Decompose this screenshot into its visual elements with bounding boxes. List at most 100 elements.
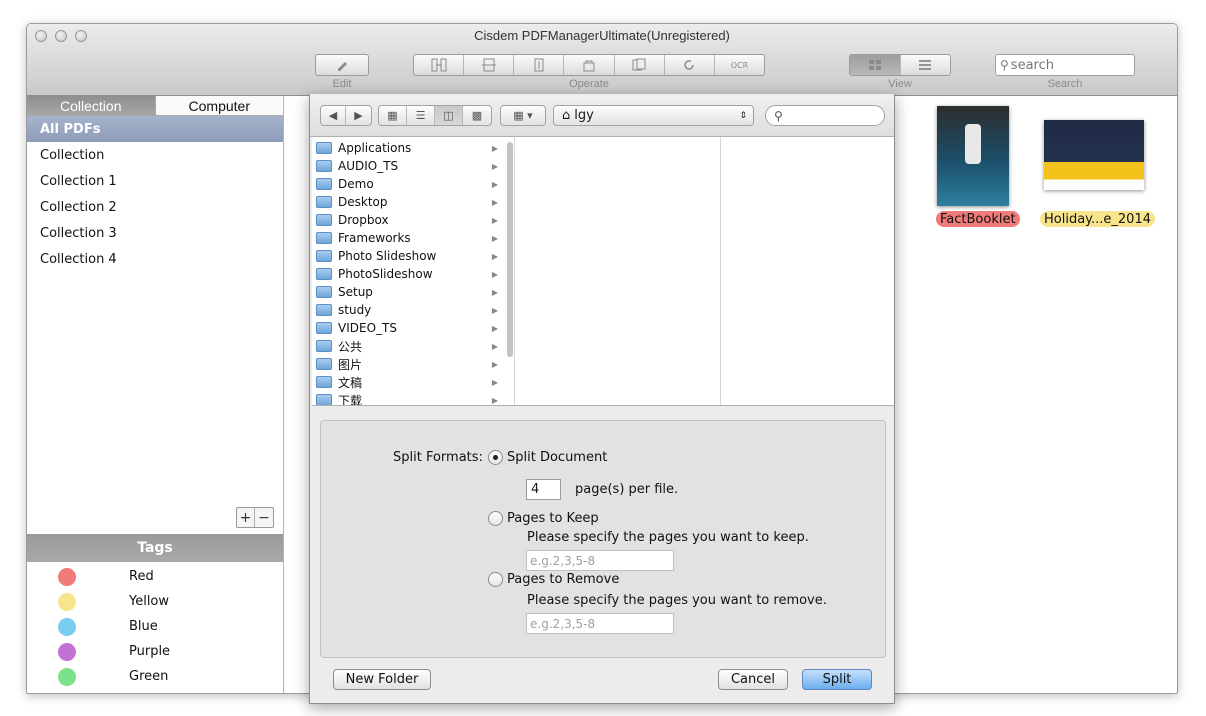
- tab-collection[interactable]: Collection: [27, 96, 155, 115]
- new-folder-button[interactable]: New Folder: [333, 669, 431, 690]
- location-value: lgy: [574, 108, 594, 123]
- tag-item-yellow[interactable]: Yellow: [27, 589, 283, 614]
- split-button[interactable]: [464, 55, 515, 75]
- file-item[interactable]: Frameworks ▶: [316, 229, 498, 247]
- convert-button[interactable]: [615, 55, 665, 75]
- split-document-label[interactable]: Split Document: [507, 450, 607, 465]
- pages-to-keep-radio[interactable]: [488, 511, 503, 526]
- file-item-label: Applications: [338, 141, 412, 155]
- document-name-badge[interactable]: Holiday...e_2014: [1040, 211, 1155, 227]
- view-mode-control: ▦ ☰ ◫ ▩: [378, 105, 492, 126]
- split-document-radio[interactable]: [488, 450, 503, 465]
- tag-item-blue[interactable]: Blue: [27, 614, 283, 639]
- lock-icon: [583, 60, 595, 72]
- split-formats-label: Split Formats:: [393, 450, 483, 465]
- file-item-label: VIDEO_TS: [338, 321, 397, 335]
- forward-button[interactable]: ▶: [346, 106, 371, 125]
- file-item-label: 文稿: [338, 375, 363, 390]
- lock-button[interactable]: [564, 55, 615, 75]
- tag-item-purple[interactable]: Purple: [27, 639, 283, 664]
- file-item[interactable]: Dropbox ▶: [316, 211, 498, 229]
- sidebar-item-collection-3[interactable]: Collection 3: [27, 220, 283, 246]
- file-item[interactable]: PhotoSlideshow ▶: [316, 265, 498, 283]
- file-item-label: Photo Slideshow: [338, 249, 437, 263]
- arrange-button[interactable]: ▦ ▾: [500, 105, 546, 126]
- add-collection-button[interactable]: +: [237, 508, 255, 527]
- rotate-button[interactable]: [665, 55, 715, 75]
- remove-collection-button[interactable]: −: [255, 508, 273, 527]
- file-item[interactable]: study ▶: [316, 301, 498, 319]
- file-item[interactable]: Photo Slideshow ▶: [316, 247, 498, 265]
- file-column-1: Applications ▶ AUDIO_TS ▶ Demo ▶ Desktop ▶ D…: [312, 137, 515, 405]
- folder-icon: [316, 268, 332, 280]
- tag-color-dot: [58, 567, 76, 586]
- tab-computer[interactable]: Computer: [154, 96, 283, 115]
- file-item-label: Demo: [338, 177, 374, 191]
- sidebar-item-collection-2[interactable]: Collection 2: [27, 194, 283, 220]
- pages-to-keep-label[interactable]: Pages to Keep: [507, 511, 599, 526]
- holiday-thumbnail[interactable]: [1044, 120, 1144, 190]
- sidebar-item-collection[interactable]: Collection: [27, 142, 283, 168]
- thumbnail-figure: [965, 124, 981, 164]
- coverflow-view-button[interactable]: ▩: [463, 106, 491, 125]
- list-view-button[interactable]: ☰: [407, 106, 435, 125]
- file-item[interactable]: 下载 ▶: [316, 391, 498, 405]
- keep-pages-input[interactable]: e.g.2,3,5-8: [526, 550, 674, 571]
- merge-button[interactable]: [414, 55, 465, 75]
- sidebar-item-collection-4[interactable]: Collection 4: [27, 246, 283, 272]
- sidebar-item-all-pdfs[interactable]: All PDFs: [27, 116, 283, 142]
- vertical-scrollbar[interactable]: [507, 142, 513, 357]
- dropbox-folder-icon: [316, 214, 332, 226]
- grid-view-button[interactable]: [850, 55, 901, 75]
- home-icon: ⌂: [562, 108, 571, 123]
- cancel-button[interactable]: Cancel: [718, 669, 788, 690]
- tag-item-red[interactable]: Red: [27, 564, 283, 589]
- file-item[interactable]: Demo ▶: [316, 175, 498, 193]
- icon-view-button[interactable]: ▦: [379, 106, 407, 125]
- column-view-button[interactable]: ◫: [435, 106, 463, 125]
- folder-icon: [316, 178, 332, 190]
- file-item[interactable]: AUDIO_TS ▶: [316, 157, 498, 175]
- location-popup[interactable]: ⌂ lgy ⇕: [553, 105, 754, 126]
- tag-item-green[interactable]: Green: [27, 664, 283, 689]
- pages-icon: [632, 58, 646, 71]
- ocr-button[interactable]: OCR: [715, 55, 764, 75]
- folder-icon: [316, 160, 332, 172]
- file-item[interactable]: Desktop ▶: [316, 193, 498, 211]
- search-input[interactable]: ⚲ search: [995, 54, 1135, 76]
- view-segmented-control: [849, 54, 951, 76]
- list-icon: ☰: [415, 109, 426, 122]
- chevron-right-icon: ▶: [491, 377, 498, 387]
- chevron-right-icon: ▶: [491, 197, 498, 207]
- file-item[interactable]: 图片 ▶: [316, 355, 498, 373]
- pages-to-remove-radio[interactable]: [488, 572, 503, 587]
- file-item[interactable]: 文稿 ▶: [316, 373, 498, 391]
- edit-label: Edit: [332, 78, 352, 90]
- pages-per-file-input[interactable]: 4: [526, 479, 561, 500]
- split-button[interactable]: Split: [802, 669, 872, 690]
- compress-button[interactable]: [514, 55, 565, 75]
- back-button[interactable]: ◀: [321, 106, 347, 125]
- file-item[interactable]: VIDEO_TS ▶: [316, 319, 498, 337]
- chevron-right-icon: ▶: [491, 359, 498, 369]
- factbooklet-thumbnail[interactable]: [937, 106, 1009, 206]
- chevron-right-icon: ▶: [491, 305, 498, 315]
- document-name-badge[interactable]: FactBooklet: [936, 211, 1020, 227]
- remove-hint: Please specify the pages you want to rem…: [527, 593, 827, 608]
- file-item[interactable]: Applications ▶: [316, 139, 498, 157]
- tag-color-dot: [58, 642, 76, 661]
- coverflow-icon: ▩: [471, 109, 483, 122]
- applications-folder-icon: [316, 142, 332, 154]
- sidebar-item-collection-1[interactable]: Collection 1: [27, 168, 283, 194]
- list-view-button[interactable]: [901, 55, 951, 75]
- file-item[interactable]: 公共 ▶: [316, 337, 498, 355]
- pages-to-remove-label[interactable]: Pages to Remove: [507, 572, 619, 587]
- file-item[interactable]: Setup ▶: [316, 283, 498, 301]
- edit-button[interactable]: [315, 54, 369, 76]
- folder-icon: [316, 304, 332, 316]
- remove-pages-input[interactable]: e.g.2,3,5-8: [526, 613, 674, 634]
- dialog-search-input[interactable]: ⚲: [765, 105, 885, 126]
- chevron-right-icon: ▶: [491, 251, 498, 261]
- grid-icon: ▦: [387, 109, 398, 122]
- pictures-folder-icon: [316, 358, 332, 370]
